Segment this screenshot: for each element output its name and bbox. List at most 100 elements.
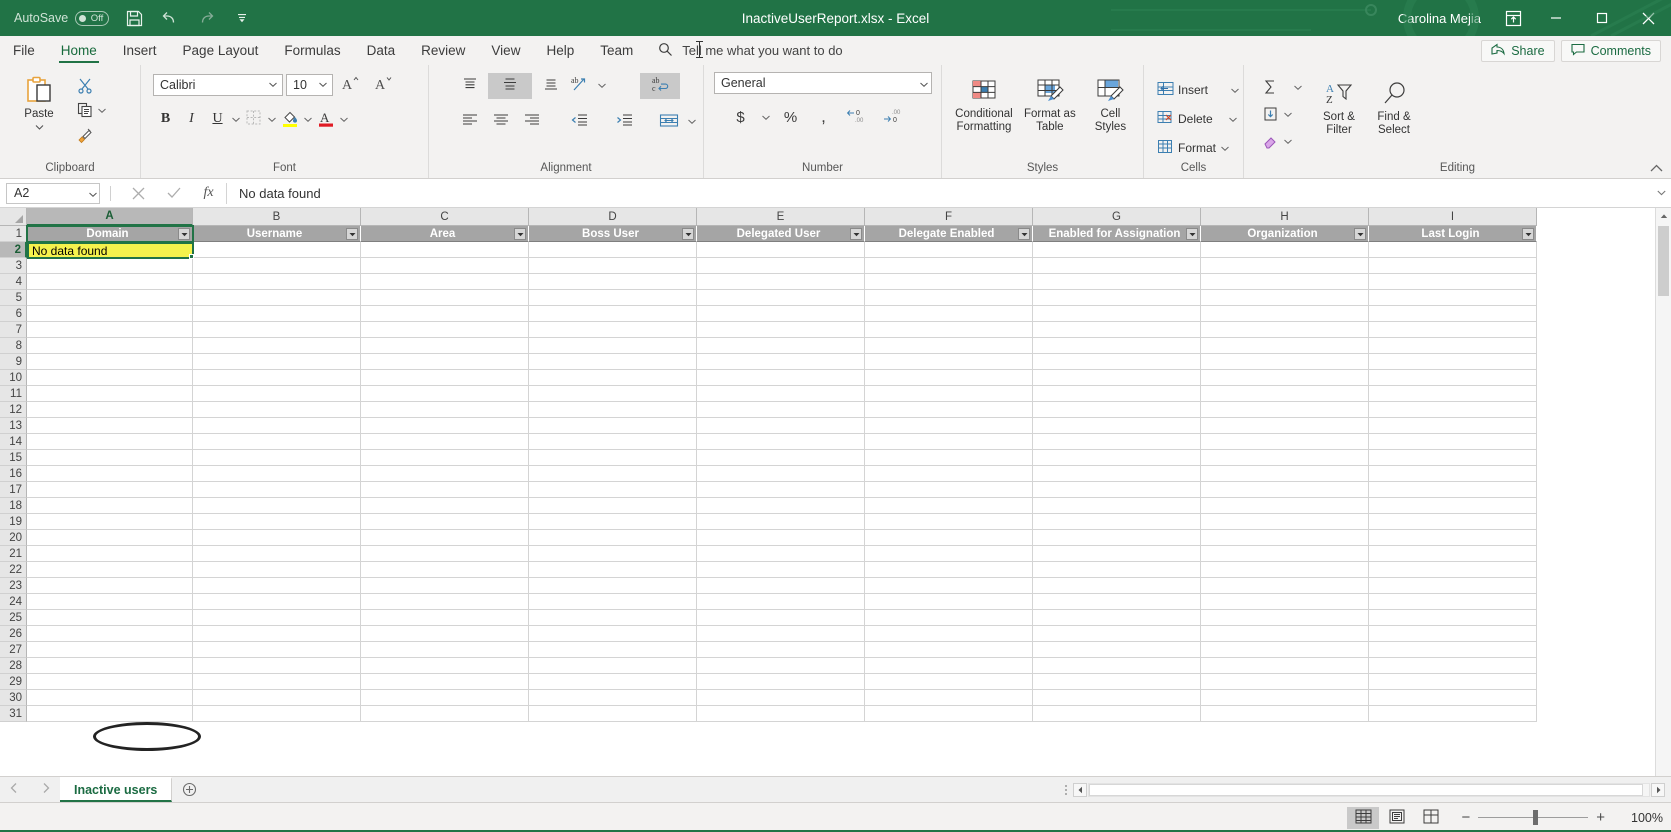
cell-A17[interactable] [27,482,193,498]
cell-F6[interactable] [865,306,1033,322]
filter-dropdown-icon[interactable] [1018,228,1030,240]
cell-H11[interactable] [1201,386,1369,402]
restore-button[interactable] [1579,0,1625,36]
cell-D31[interactable] [529,706,697,722]
cell-D5[interactable] [529,290,697,306]
cell-G4[interactable] [1033,274,1201,290]
cell-C24[interactable] [361,594,529,610]
delete-dropdown-icon[interactable] [1229,107,1238,131]
cell-B30[interactable] [193,690,361,706]
column-header-B[interactable]: B [193,208,361,226]
underline-dropdown-icon[interactable] [231,107,240,131]
cell-F11[interactable] [865,386,1033,402]
row-header-26[interactable]: 26 [0,626,27,642]
cell-D8[interactable] [529,338,697,354]
cell-E10[interactable] [697,370,865,386]
cell-C28[interactable] [361,658,529,674]
enter-button[interactable] [156,182,191,204]
cell-C2[interactable] [361,242,529,258]
cell-H9[interactable] [1201,354,1369,370]
cell-H17[interactable] [1201,482,1369,498]
cell-E21[interactable] [697,546,865,562]
cell-D27[interactable] [529,642,697,658]
cell-C31[interactable] [361,706,529,722]
cell-H18[interactable] [1201,498,1369,514]
horizontal-scroll-thumb[interactable] [1089,783,1644,796]
cell-C18[interactable] [361,498,529,514]
row-header-16[interactable]: 16 [0,466,27,482]
cell-E28[interactable] [697,658,865,674]
ribbon-display-options-icon[interactable] [1493,0,1533,36]
cell-A23[interactable] [27,578,193,594]
close-button[interactable] [1625,0,1671,36]
cell-D6[interactable] [529,306,697,322]
cell-G25[interactable] [1033,610,1201,626]
cell-I7[interactable] [1369,322,1537,338]
cell-A30[interactable] [27,690,193,706]
cell-H28[interactable] [1201,658,1369,674]
cell-A8[interactable] [27,338,193,354]
cell-D3[interactable] [529,258,697,274]
merge-and-center-button[interactable] [656,110,681,134]
cell-C15[interactable] [361,450,529,466]
cell-F20[interactable] [865,530,1033,546]
cell-H13[interactable] [1201,418,1369,434]
cell-D19[interactable] [529,514,697,530]
cell-G10[interactable] [1033,370,1201,386]
cell-I16[interactable] [1369,466,1537,482]
cell-G15[interactable] [1033,450,1201,466]
fill-button[interactable] [1258,102,1302,126]
vertical-scrollbar[interactable] [1655,208,1671,776]
cell-A5[interactable] [27,290,193,306]
sheet-tab-inactive-users[interactable]: Inactive users [60,777,173,802]
row-header-23[interactable]: 23 [0,578,27,594]
cell-E5[interactable] [697,290,865,306]
cell-A12[interactable] [27,402,193,418]
cell-H23[interactable] [1201,578,1369,594]
cell-D15[interactable] [529,450,697,466]
cell-B23[interactable] [193,578,361,594]
table-header-cell-H[interactable]: Organization [1201,226,1369,242]
cell-A19[interactable] [27,514,193,530]
cell-C29[interactable] [361,674,529,690]
cell-E12[interactable] [697,402,865,418]
cell-E2[interactable] [697,242,865,258]
cell-B22[interactable] [193,562,361,578]
increase-font-size-button[interactable]: A [336,73,366,97]
filter-dropdown-icon[interactable] [346,228,358,240]
cell-G24[interactable] [1033,594,1201,610]
font-color-dropdown-icon[interactable] [339,107,348,131]
clear-button[interactable] [1258,129,1302,153]
cell-C23[interactable] [361,578,529,594]
cell-F7[interactable] [865,322,1033,338]
cell-C7[interactable] [361,322,529,338]
cell-F4[interactable] [865,274,1033,290]
cell-D29[interactable] [529,674,697,690]
cell-F2[interactable] [865,242,1033,258]
chevron-down-icon[interactable] [920,76,928,90]
cell-C10[interactable] [361,370,529,386]
account-name[interactable]: Carolina Mejia [1386,11,1493,26]
horizontal-scroll-track[interactable] [1088,782,1650,797]
accounting-dropdown-icon[interactable] [761,105,770,129]
cell-F18[interactable] [865,498,1033,514]
cell-G12[interactable] [1033,402,1201,418]
cell-F25[interactable] [865,610,1033,626]
cell-I4[interactable] [1369,274,1537,290]
selected-cell-A2[interactable]: No data found [27,242,194,259]
cell-A16[interactable] [27,466,193,482]
cell-E6[interactable] [697,306,865,322]
align-left-button[interactable] [457,110,482,134]
insert-cells-button[interactable]: Insert [1154,78,1242,102]
column-header-C[interactable]: C [361,208,529,226]
cell-D24[interactable] [529,594,697,610]
cell-D4[interactable] [529,274,697,290]
cell-D13[interactable] [529,418,697,434]
cell-D23[interactable] [529,578,697,594]
cell-H14[interactable] [1201,434,1369,450]
cell-F9[interactable] [865,354,1033,370]
row-header-31[interactable]: 31 [0,706,27,722]
cell-G9[interactable] [1033,354,1201,370]
column-header-F[interactable]: F [865,208,1033,226]
cell-D11[interactable] [529,386,697,402]
